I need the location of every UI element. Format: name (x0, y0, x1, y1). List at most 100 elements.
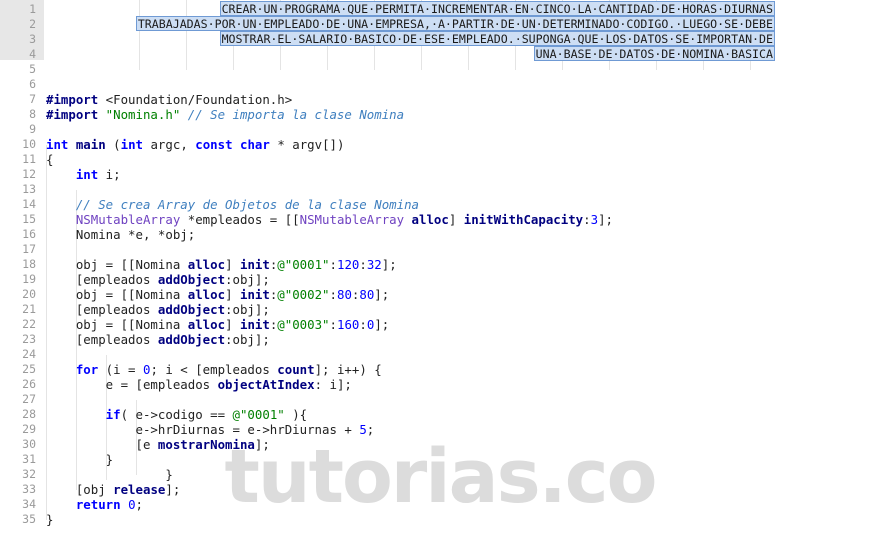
code-line[interactable]: return 0; (46, 497, 880, 512)
code-line[interactable]: } (46, 452, 880, 467)
token-keyword: return (46, 497, 121, 512)
token-text: : (329, 317, 337, 332)
token-text: ){ (284, 407, 308, 422)
token-selector: count (277, 362, 315, 377)
token-comment: // Se importa la clase Nomina (180, 107, 405, 122)
token-text: obj = [[Nomina (46, 317, 188, 332)
code-line[interactable]: for (i = 0; i < [empleados count]; i++) … (46, 362, 880, 377)
token-text: ]; (374, 287, 390, 302)
token-text: obj = [[Nomina (46, 257, 188, 272)
code-line[interactable]: } (46, 467, 880, 482)
token-keyword: const (195, 137, 233, 152)
code-line[interactable]: Nomina *e, *obj; (46, 227, 880, 242)
token-selector: alloc (187, 257, 226, 272)
code-line[interactable]: } (46, 512, 880, 527)
token-text: : (583, 212, 591, 227)
code-line[interactable]: int main (int argc, const char * argv[]) (46, 137, 880, 152)
token-keyword: int (120, 137, 144, 152)
token-selector: addObject (157, 272, 226, 287)
token-number: 5 (359, 422, 367, 437)
selected-text-line[interactable]: MOSTRAR·EL·SALARIO·BASICO·DE·ESE·EMPLEAD… (219, 31, 775, 46)
token-string: @"0003" (277, 317, 330, 332)
token-string: @"0001" (232, 407, 285, 422)
token-text: : (359, 317, 367, 332)
token-text: ( (105, 137, 121, 152)
code-line[interactable]: obj = [[Nomina alloc] init:@"0002":80:80… (46, 287, 880, 302)
token-text: :obj]; (225, 302, 270, 317)
token-text: (i = (98, 362, 143, 377)
token-text: i; (98, 167, 121, 182)
token-text: :obj]; (225, 272, 270, 287)
token-selector: alloc (187, 317, 226, 332)
code-line[interactable]: e->hrDiurnas = e->hrDiurnas + 5; (46, 422, 880, 437)
code-line[interactable]: [e mostrarNomina]; (46, 437, 880, 452)
token-text: : (329, 257, 337, 272)
token-keyword: if (46, 407, 121, 422)
token-selector: objectAtIndex (217, 377, 315, 392)
token-text: [empleados (46, 302, 158, 317)
token-text: e = [empleados (46, 377, 218, 392)
code-line[interactable]: obj = [[Nomina alloc] init:@"0003":160:0… (46, 317, 880, 332)
token-text: ]; (598, 212, 613, 227)
token-text: ; i < [empleados (150, 362, 278, 377)
token-number: 32 (366, 257, 382, 272)
code-line[interactable]: int i; (46, 167, 880, 182)
token-selector: alloc (404, 212, 449, 227)
code-line[interactable]: [empleados addObject:obj]; (46, 302, 880, 317)
token-text: : (359, 257, 367, 272)
token-text: } (46, 452, 114, 467)
token-number: 120 (336, 257, 360, 272)
token-class: NSMutableArray (299, 212, 405, 227)
token-selector: release (113, 482, 166, 497)
token-selector: mostrarNomina (157, 437, 255, 452)
token-text: ] (225, 317, 240, 332)
code-line[interactable]: NSMutableArray *empleados = [[NSMutableA… (46, 212, 880, 227)
token-text: <Foundation/Foundation.h> (98, 92, 293, 107)
token-text: ]; (165, 482, 181, 497)
token-keyword: char (232, 137, 270, 152)
token-number: 160 (336, 317, 360, 332)
token-text: ] (448, 212, 464, 227)
token-text: ]; (374, 317, 390, 332)
code-line[interactable]: // Se crea Array de Objetos de la clase … (46, 197, 880, 212)
token-text: ]; i++) { (314, 362, 382, 377)
token-keyword: for (46, 362, 99, 377)
selected-text-line[interactable]: CREAR·UN·PROGRAMA·QUE·PERMITA·INCREMENTA… (219, 1, 775, 16)
selected-text-line[interactable]: TRABAJADAS·POR·UN·EMPLEADO·DE·UNA·EMPRES… (135, 16, 775, 31)
token-text: :obj]; (225, 332, 270, 347)
token-text: [obj (46, 482, 114, 497)
token-number: 80 (336, 287, 352, 302)
code-line[interactable]: e = [empleados objectAtIndex: i]; (46, 377, 880, 392)
token-text: ] (225, 287, 240, 302)
code-line[interactable]: #import "Nomina.h" // Se importa la clas… (46, 107, 880, 122)
code-line[interactable]: #import <Foundation/Foundation.h> (46, 92, 880, 107)
token-text: [empleados (46, 332, 158, 347)
token-text: [e (46, 437, 158, 452)
token-text: obj = [[Nomina (46, 287, 188, 302)
token-text: { (46, 152, 54, 167)
token-number: 80 (359, 287, 375, 302)
code-line[interactable]: [empleados addObject:obj]; (46, 332, 880, 347)
code-line[interactable]: if( e->codigo == @"0001" ){ (46, 407, 880, 422)
token-number: 3 (590, 212, 599, 227)
token-text: } (46, 512, 54, 527)
token-function: main (68, 137, 106, 152)
code-line[interactable]: obj = [[Nomina alloc] init:@"0001":120:3… (46, 257, 880, 272)
token-text: ; (366, 422, 375, 437)
selected-text-line[interactable]: UNA·BASE·DE·DATOS·DE·NOMINA·BASICA (533, 46, 775, 61)
code-line[interactable]: [obj release]; (46, 482, 880, 497)
token-selector: addObject (157, 302, 226, 317)
code-line[interactable]: [empleados addObject:obj]; (46, 272, 880, 287)
code-editor[interactable]: tutorias.co 1 2 3 4 5 6 7 8 9 10 11 12 1… (0, 0, 880, 560)
token-string: "Nomina.h" (98, 107, 181, 122)
token-text: ]; (381, 257, 397, 272)
code-line[interactable]: { (46, 152, 880, 167)
token-text: argc, (143, 137, 196, 152)
token-keyword: int (46, 137, 69, 152)
code-content[interactable]: CREAR·UN·PROGRAMA·QUE·PERMITA·INCREMENTA… (0, 0, 880, 560)
token-text: ; (135, 497, 143, 512)
token-text: e->hrDiurnas = e->hrDiurnas + (46, 422, 360, 437)
token-preprocessor: #import (46, 107, 99, 122)
token-text: : i]; (314, 377, 352, 392)
token-text: * argv[]) (269, 137, 345, 152)
